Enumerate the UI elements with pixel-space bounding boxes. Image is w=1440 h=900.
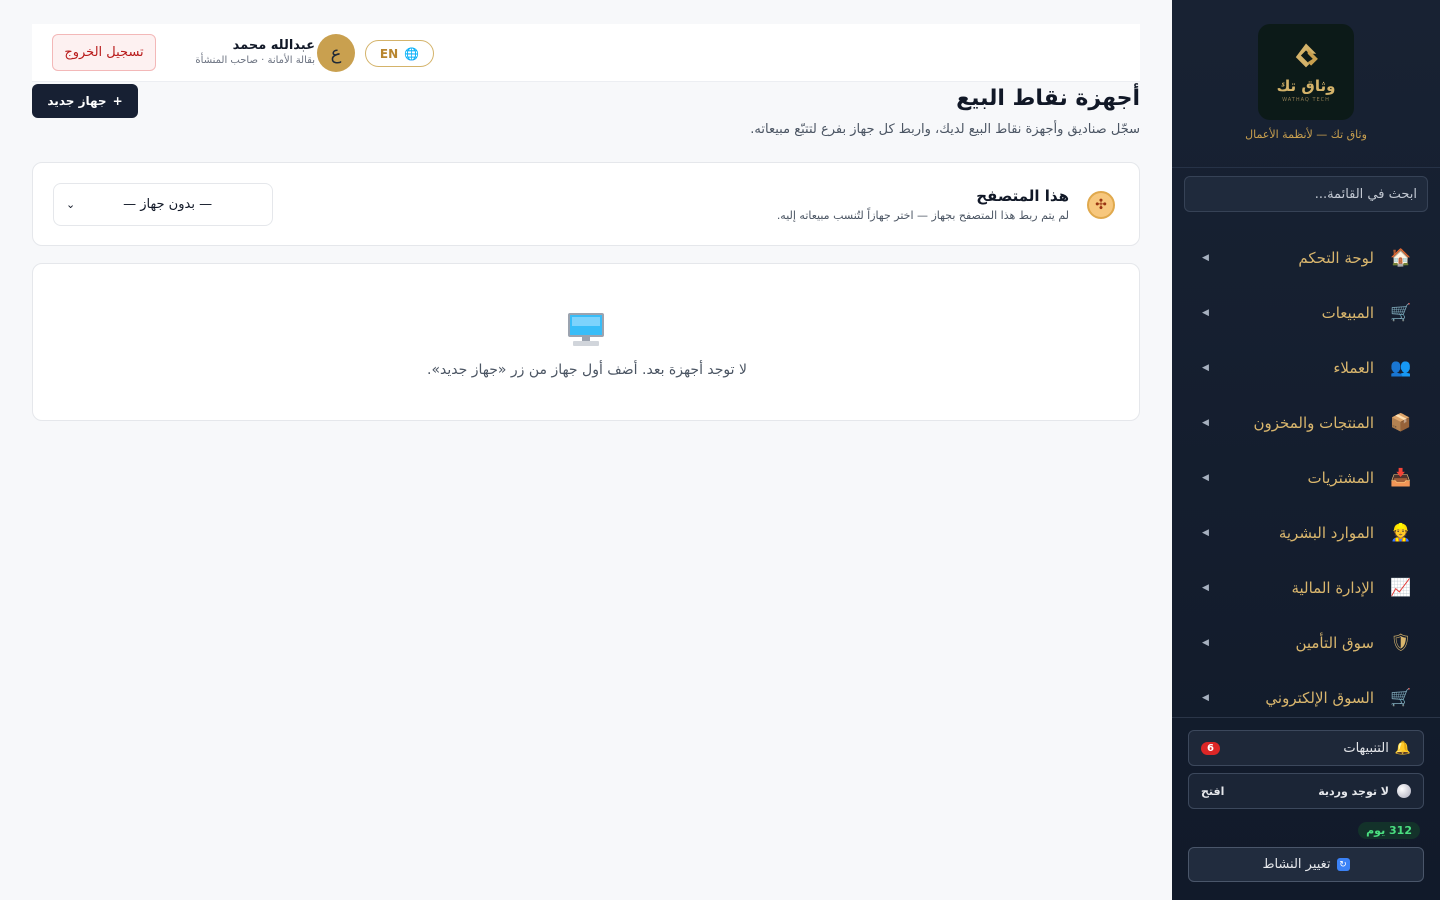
- sidebar-item-label: لوحة التحكم: [1298, 248, 1374, 267]
- avatar[interactable]: ع: [317, 34, 355, 72]
- sidebar-item-hr[interactable]: 👷 الموارد البشرية ◀: [1172, 505, 1440, 560]
- new-device-label: جهاز جديد: [47, 94, 107, 108]
- sidebar-item-label: السوق الإلكتروني: [1265, 688, 1374, 707]
- cart-icon: 🛒: [1390, 687, 1412, 708]
- expand-arrow-icon: ◀: [1202, 252, 1209, 263]
- sidebar-item-label: سوق التأمين: [1295, 633, 1374, 652]
- house-icon: 🏠: [1390, 247, 1412, 268]
- person-icon: 👷: [1390, 522, 1412, 543]
- notifications-button[interactable]: 🔔 التنبيهات 6: [1188, 730, 1424, 766]
- expand-arrow-icon: ◀: [1202, 417, 1209, 428]
- expand-arrow-icon: ◀: [1202, 527, 1209, 538]
- chevron-down-icon: ⌄: [66, 198, 76, 211]
- shield-icon: 🛡: [1390, 632, 1412, 653]
- expand-arrow-icon: ◀: [1202, 637, 1209, 648]
- device-select[interactable]: — بدون جهاز — ⌄: [53, 183, 273, 226]
- sidebar-item-label: الموارد البشرية: [1278, 523, 1374, 542]
- browser-card-description: لم يتم ربط هذا المتصفح بجهاز — اختر جهاز…: [776, 209, 1069, 222]
- page-subtitle: سجّل صناديق وأجهزة نقاط البيع لديك، وارب…: [750, 122, 1140, 137]
- devices-empty-state: لا توجد أجهزة بعد. أضف أول جهاز من زر «ج…: [32, 263, 1140, 421]
- open-shift-button[interactable]: افتح: [1201, 785, 1224, 798]
- user-role: بقالة الأمانة · صاحب المنشأة: [195, 55, 315, 66]
- inbox-icon: 📥: [1390, 467, 1412, 488]
- switch-activity-button[interactable]: ↻ تغيير النشاط: [1188, 847, 1424, 882]
- browser-device-card: ✣ هذا المتصفح لم يتم ربط هذا المتصفح بجه…: [32, 162, 1140, 246]
- empty-state-text: لا توجد أجهزة بعد. أضف أول جهاز من زر «ج…: [427, 362, 747, 378]
- user-info: عبدالله محمد بقالة الأمانة · صاحب المنشأ…: [175, 38, 315, 66]
- globe-icon: 🌐: [404, 46, 420, 61]
- sidebar-item-label: المشتريات: [1307, 468, 1374, 487]
- expand-arrow-icon: ◀: [1202, 472, 1209, 483]
- sidebar-item-purchases[interactable]: 📥 المشتريات ◀: [1172, 450, 1440, 505]
- notifications-count-badge: 6: [1201, 741, 1220, 755]
- sidebar-item-sales[interactable]: 🛒 المبيعات ◀: [1172, 285, 1440, 340]
- cart-icon: 🛒: [1390, 302, 1412, 323]
- menu-search: [1184, 176, 1428, 212]
- logo-mark-icon: [1295, 43, 1318, 68]
- page-title: أجهزة نقاط البيع: [956, 86, 1140, 111]
- sidebar-item-finance[interactable]: 📈 الإدارة المالية ◀: [1172, 560, 1440, 615]
- sidebar-item-customers[interactable]: 👥 العملاء ◀: [1172, 340, 1440, 395]
- device-select-value: — بدون جهاز —: [123, 197, 213, 212]
- bell-icon: 🔔: [1394, 740, 1411, 756]
- switch-activity-label: تغيير النشاط: [1262, 857, 1331, 872]
- computer-icon: [568, 313, 604, 346]
- brand-area: وثاق تك WATHAQ TECH وثاق تك — لأنظمة الأ…: [1172, 0, 1440, 168]
- logout-button[interactable]: تسجيل الخروج: [52, 34, 156, 71]
- browser-card-title: هذا المتصفح: [976, 187, 1069, 205]
- top-header: تسجيل الخروج عبدالله محمد بقالة الأمانة …: [32, 24, 1140, 82]
- expand-arrow-icon: ◀: [1202, 582, 1209, 593]
- shift-status-dot-icon: [1397, 784, 1411, 798]
- sidebar-nav: 🏠 لوحة التحكم ◀ 🛒 المبيعات ◀ 👥 العملاء ◀…: [1172, 230, 1440, 725]
- chart-icon: 📈: [1390, 577, 1412, 598]
- plus-icon: +: [112, 94, 123, 108]
- users-icon: 👥: [1390, 357, 1412, 378]
- logo-text: وثاق تك: [1276, 77, 1336, 95]
- app-logo[interactable]: وثاق تك WATHAQ TECH: [1258, 24, 1354, 120]
- language-toggle-button[interactable]: EN 🌐: [365, 40, 434, 67]
- notifications-label: التنبيهات: [1343, 740, 1389, 756]
- shift-status-label: لا توجد وردية: [1318, 784, 1389, 798]
- sidebar-divider: [1172, 717, 1440, 718]
- compass-icon: ✣: [1087, 191, 1115, 219]
- box-icon: 📦: [1390, 412, 1412, 433]
- sidebar-item-label: العملاء: [1333, 358, 1374, 377]
- language-label: EN: [379, 46, 399, 61]
- sidebar: وثاق تك WATHAQ TECH وثاق تك — لأنظمة الأ…: [1172, 0, 1440, 900]
- expand-arrow-icon: ◀: [1202, 307, 1209, 318]
- sidebar-item-label: المبيعات: [1321, 303, 1374, 322]
- user-name: عبدالله محمد: [232, 38, 315, 53]
- expand-arrow-icon: ◀: [1202, 692, 1209, 703]
- sidebar-item-dashboard[interactable]: 🏠 لوحة التحكم ◀: [1172, 230, 1440, 285]
- menu-search-input[interactable]: [1184, 176, 1428, 212]
- expand-arrow-icon: ◀: [1202, 362, 1209, 373]
- sidebar-item-label: المنتجات والمخزون: [1253, 413, 1374, 432]
- shift-status: لا توجد وردية افتح: [1188, 773, 1424, 809]
- sidebar-item-label: الإدارة المالية: [1291, 578, 1374, 597]
- subscription-days-badge: 312 يوم: [1358, 822, 1420, 839]
- refresh-icon: ↻: [1336, 858, 1350, 871]
- sidebar-item-insurance[interactable]: 🛡 سوق التأمين ◀: [1172, 615, 1440, 670]
- new-device-button[interactable]: + جهاز جديد: [32, 84, 138, 118]
- brand-tagline: وثاق تك — لأنظمة الأعمال: [1245, 128, 1367, 141]
- sidebar-item-products[interactable]: 📦 المنتجات والمخزون ◀: [1172, 395, 1440, 450]
- logo-subtext: WATHAQ TECH: [1282, 97, 1330, 103]
